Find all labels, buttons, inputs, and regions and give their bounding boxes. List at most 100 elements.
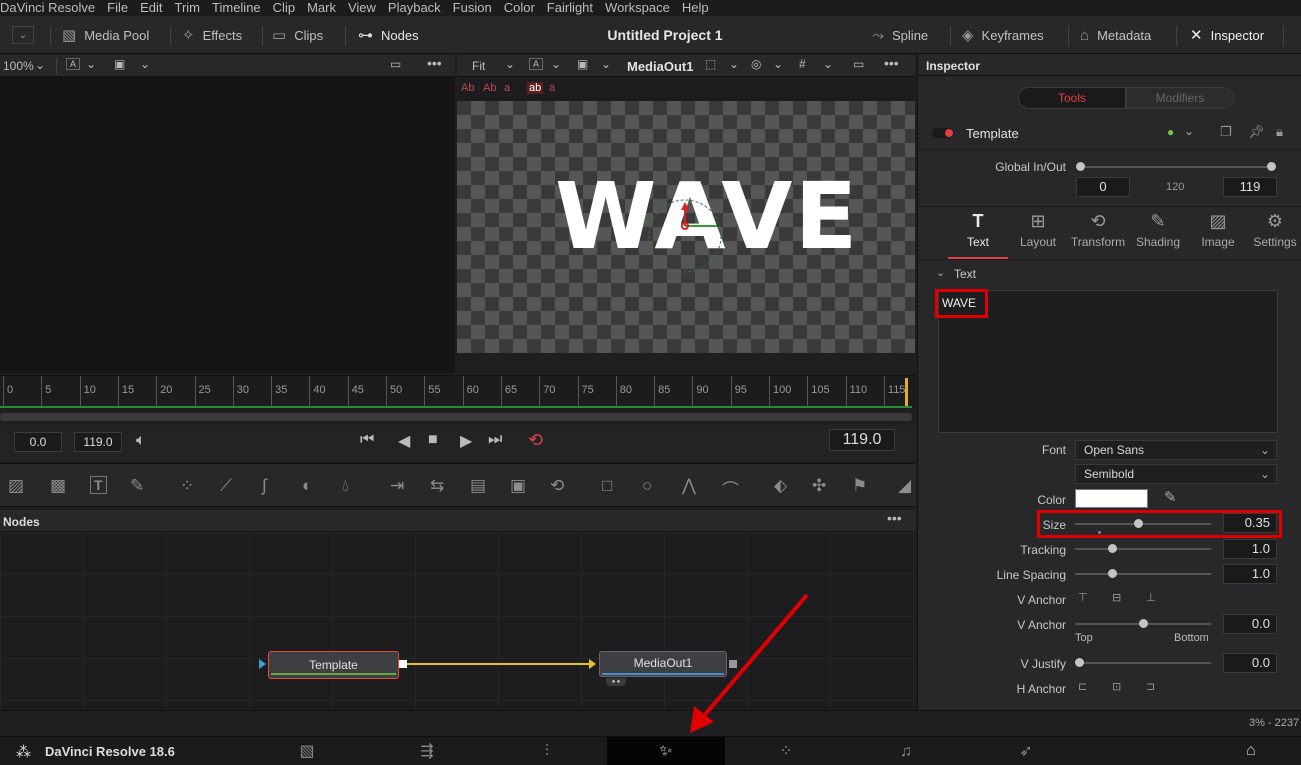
menu-davinci[interactable]: DaVinci Resolve [0,0,101,16]
global-out-field[interactable]: 119 [1223,177,1277,197]
single-viewer-icon[interactable]: ▭ [390,57,401,71]
clips-button[interactable]: ▭ Clips [272,16,323,54]
ellipse-mask-icon[interactable]: ○ [642,476,652,496]
fastnoise-tool-icon[interactable]: ▩ [50,476,66,496]
3d-shape-icon[interactable]: ⬖ [774,476,787,496]
time-ruler[interactable]: 0 5 10 15 20 25 30 35 40 45 50 55 60 65 70 75 80 85 90 95 10… [0,375,916,408]
fusion-page-icon[interactable]: ✨︎ [607,737,725,765]
chevron-down-icon[interactable]: ⌄ [936,266,945,279]
background-tool-icon[interactable]: ▨ [8,476,24,496]
tab-layout[interactable]: ⊞ Layout [1008,211,1068,249]
menu-help[interactable]: Help [682,0,715,16]
chevron-down-icon[interactable]: ⌄ [1184,124,1194,138]
spline-button[interactable]: ⤳ Spline [872,16,928,54]
transform-tool-icon[interactable]: ⟲ [550,476,564,496]
more-options-icon[interactable]: ••• [884,55,899,71]
menu-mark[interactable]: Mark [307,0,342,16]
chevron-down-icon[interactable]: ⌄ [505,57,515,71]
zoom-level[interactable]: 100% [3,59,34,73]
cut-page-icon[interactable]: ⇶ [368,737,486,765]
menu-trim[interactable]: Trim [175,0,207,16]
blur-tool-icon[interactable]: 💧︎ [342,476,349,496]
deliver-page-icon[interactable]: ➶ [967,737,1085,765]
viewer-layout-icon[interactable]: ▣ [577,57,588,71]
speaker-icon[interactable]: 🔈︎ [136,432,146,450]
anchor-bottom-icon[interactable]: ⊥ [1146,591,1156,604]
tab-shading[interactable]: ✎ Shading [1128,211,1188,249]
menu-timeline[interactable]: Timeline [212,0,267,16]
media-pool-button[interactable]: ▧ Media Pool [62,16,149,54]
more-options-icon[interactable]: ••• [427,55,442,71]
anchor-left-icon[interactable]: ⊏ [1078,680,1087,693]
chevron-down-icon[interactable]: ⌄ [729,57,739,71]
eyedropper-icon[interactable]: ✎ [1164,488,1177,506]
tracking-field[interactable]: 1.0 [1223,539,1277,559]
tool-enable-toggle[interactable] [932,128,954,138]
single-viewer-icon[interactable]: ▭ [853,57,864,71]
metadata-button[interactable]: ⌂ Metadata [1080,16,1151,54]
channel-booleans-icon[interactable]: ⇆ [430,476,444,496]
media-page-icon[interactable]: ▧ [248,737,366,765]
pin-icon[interactable]: 📌︎ [1248,124,1265,140]
roi-icon[interactable]: ⬚ [705,57,716,71]
effects-button[interactable]: ✧ Effects [182,16,242,54]
viewer-layout-icon[interactable]: ▣ [114,57,125,71]
section-text-label[interactable]: Text [954,267,976,281]
3d-camera-icon[interactable]: ◢ [898,476,911,496]
menu-edit[interactable]: Edit [140,0,168,16]
tab-text[interactable]: T Text [948,211,1008,249]
playhead[interactable] [905,378,908,406]
tab-transform[interactable]: ⟲ Transform [1068,211,1128,249]
v-justify-field[interactable]: 0.0 [1223,653,1277,673]
more-options-icon[interactable]: ••• [887,510,902,526]
3d-renderer-icon[interactable]: ⚑ [852,476,867,496]
transform-gizmo-icon[interactable] [637,196,737,276]
text-overlay-4[interactable]: ab [527,82,544,94]
chevron-down-icon[interactable]: ⌄ [140,57,150,71]
chevron-down-icon[interactable]: ⌄ [773,57,783,71]
grid-icon[interactable]: # [799,57,806,71]
chevron-down-icon[interactable]: ⌄ [601,57,611,71]
v-justify-slider[interactable] [1075,658,1211,667]
chevron-down-icon[interactable]: ⌄ [35,58,45,72]
anchor-center-icon[interactable]: ⊟ [1112,591,1121,604]
media-in-icon[interactable]: ▣ [510,476,526,496]
text-overlay-1[interactable]: Ab [461,82,474,94]
inspector-button[interactable]: ✕ Inspector [1190,16,1264,54]
menu-fairlight[interactable]: Fairlight [547,0,599,16]
particles-tool-icon[interactable]: ⁘ [180,476,194,496]
line-spacing-slider[interactable] [1075,569,1211,578]
anchor-top-icon[interactable]: ⊤ [1078,591,1088,604]
menu-color[interactable]: Color [504,0,541,16]
play-reverse-icon[interactable]: ◀︎ [398,431,410,451]
edit-page-icon[interactable]: ⫶ [488,737,606,765]
text-overlay-5[interactable]: a [549,82,555,94]
brightness-tool-icon[interactable]: ◐ [302,476,312,496]
menu-playback[interactable]: Playback [388,0,447,16]
matte-control-icon[interactable]: ▤ [470,476,486,496]
style-dropdown[interactable]: Semibold ⌄ [1075,464,1277,484]
menu-file[interactable]: File [107,0,134,16]
right-viewer-canvas[interactable]: WAVE [457,101,915,353]
chevron-down-icon[interactable]: ⌄ [551,57,561,71]
fit-zoom[interactable]: Fit [472,59,485,73]
current-time-field[interactable]: 119.0 [829,429,895,451]
rectangle-mask-icon[interactable]: □ [602,476,612,496]
output-connector[interactable] [399,660,407,668]
font-dropdown[interactable]: Open Sans ⌄ [1075,440,1277,460]
tool-color-dot-icon[interactable]: ● [1167,125,1174,139]
3d-merge-icon[interactable]: ✣ [812,476,826,496]
color-channel-icon[interactable]: ◎ [751,57,761,71]
end-time-field[interactable]: 119.0 [74,432,122,452]
text-tool-icon[interactable]: T [90,476,107,494]
text-overlay-3[interactable]: a [504,82,510,94]
global-inout-slider[interactable] [1076,162,1276,171]
styled-text-area[interactable]: WAVE [938,290,1278,433]
tab-image[interactable]: ▨ Image [1188,211,1248,249]
global-in-field[interactable]: 0 [1076,177,1130,197]
go-to-end-icon[interactable]: ⏭︎ [488,431,502,449]
v-anchor-field[interactable]: 0.0 [1223,614,1277,634]
nodes-button[interactable]: ⊶ Nodes [358,16,419,54]
home-icon[interactable]: ⌂ [1246,742,1256,760]
chevron-down-icon[interactable]: ⌄ [823,57,833,71]
